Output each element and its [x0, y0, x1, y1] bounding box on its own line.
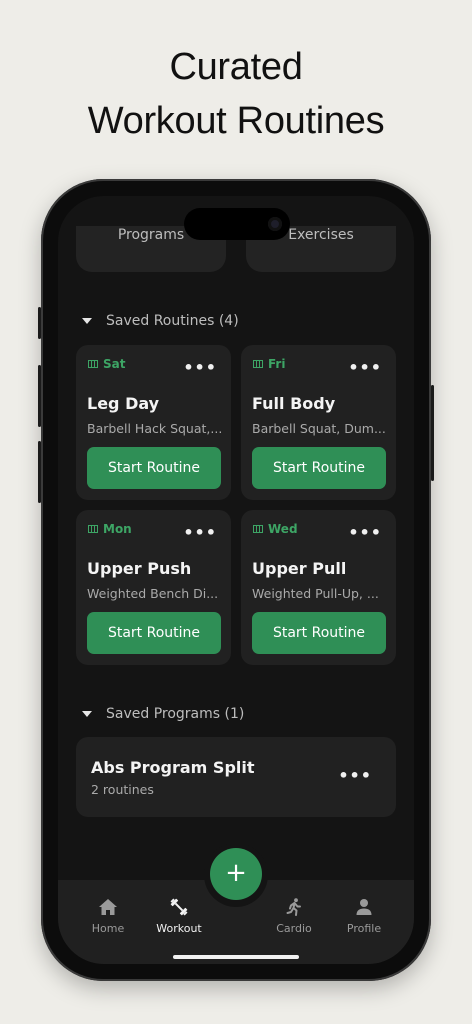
routine-card[interactable]: Sat ••• Leg Day Barbell Hack Squat,... S… — [76, 345, 231, 500]
routine-day: Wed — [253, 522, 298, 536]
phone-volume-down — [38, 441, 41, 503]
tab-profile-label: Profile — [346, 922, 382, 935]
program-card[interactable]: Abs Program Split 2 routines ••• — [76, 737, 396, 817]
start-routine-button[interactable]: Start Routine — [252, 447, 386, 489]
phone-frame: Programs Exercises Saved Routines (4) Sa… — [38, 179, 434, 981]
running-icon — [286, 898, 301, 916]
routine-card[interactable]: Mon ••• Upper Push Weighted Bench Di... … — [76, 510, 231, 665]
more-icon[interactable]: ••• — [183, 525, 217, 541]
routine-exercises: Barbell Squat, Dum... — [252, 421, 386, 436]
start-routine-button[interactable]: Start Routine — [252, 612, 386, 654]
saved-programs-title: Saved Programs (1) — [106, 706, 245, 722]
phone-power-button — [431, 385, 434, 481]
routine-day-label: Wed — [268, 522, 298, 536]
routine-day: Sat — [88, 357, 125, 371]
program-name: Abs Program Split — [91, 758, 255, 777]
dumbbell-icon — [170, 898, 188, 916]
more-icon[interactable]: ••• — [348, 525, 382, 541]
routine-name: Upper Push — [87, 559, 192, 578]
routine-name: Leg Day — [87, 394, 160, 413]
more-icon[interactable]: ••• — [338, 768, 372, 784]
home-icon — [99, 899, 117, 915]
tab-cardio-label: Cardio — [276, 922, 312, 935]
headline-line-2: Workout Routines — [87, 100, 385, 142]
start-routine-button[interactable]: Start Routine — [87, 447, 221, 489]
tab-cardio[interactable]: Cardio — [264, 898, 324, 935]
caret-down-icon — [82, 711, 92, 717]
add-button[interactable]: + — [210, 848, 262, 900]
routine-day-label: Mon — [103, 522, 132, 536]
routine-exercises: Weighted Bench Di... — [87, 586, 219, 601]
routine-name: Full Body — [252, 394, 336, 413]
routine-day: Fri — [253, 357, 285, 371]
routine-card[interactable]: Fri ••• Full Body Barbell Squat, Dum... … — [241, 345, 396, 500]
more-icon[interactable]: ••• — [348, 360, 382, 376]
program-subtitle: 2 routines — [91, 782, 154, 797]
headline: Curated Workout Routines — [0, 40, 472, 148]
tab-profile[interactable]: Profile — [334, 898, 394, 935]
saved-routines-header[interactable]: Saved Routines (4) — [82, 313, 239, 329]
person-icon — [356, 899, 372, 915]
routine-card[interactable]: Wed ••• Upper Pull Weighted Pull-Up, ...… — [241, 510, 396, 665]
phone-action-button — [38, 307, 41, 339]
phone-volume-up — [38, 365, 41, 427]
saved-programs-header[interactable]: Saved Programs (1) — [82, 706, 244, 722]
routine-day: Mon — [88, 522, 132, 536]
dynamic-island — [184, 208, 290, 240]
routine-name: Upper Pull — [252, 559, 347, 578]
headline-line-1: Curated — [169, 46, 303, 88]
calendar-icon — [253, 525, 263, 533]
workout-screen: Programs Exercises Saved Routines (4) Sa… — [58, 196, 414, 964]
phone-screen: Programs Exercises Saved Routines (4) Sa… — [58, 196, 414, 964]
home-indicator[interactable] — [173, 955, 299, 959]
routine-exercises: Barbell Hack Squat,... — [87, 421, 223, 436]
caret-down-icon — [82, 318, 92, 324]
start-routine-button[interactable]: Start Routine — [87, 612, 221, 654]
calendar-icon — [88, 525, 98, 533]
camera-icon — [268, 217, 282, 231]
more-icon[interactable]: ••• — [183, 360, 217, 376]
tab-home[interactable]: Home — [78, 898, 138, 935]
tab-workout-label: Workout — [156, 922, 202, 935]
tab-workout[interactable]: Workout — [149, 898, 209, 935]
routine-exercises: Weighted Pull-Up, ... — [252, 586, 379, 601]
saved-routines-title: Saved Routines (4) — [106, 313, 239, 329]
routine-day-label: Sat — [103, 357, 126, 371]
calendar-icon — [88, 360, 98, 368]
routine-day-label: Fri — [268, 357, 286, 371]
tab-home-label: Home — [91, 922, 125, 935]
calendar-icon — [253, 360, 263, 368]
